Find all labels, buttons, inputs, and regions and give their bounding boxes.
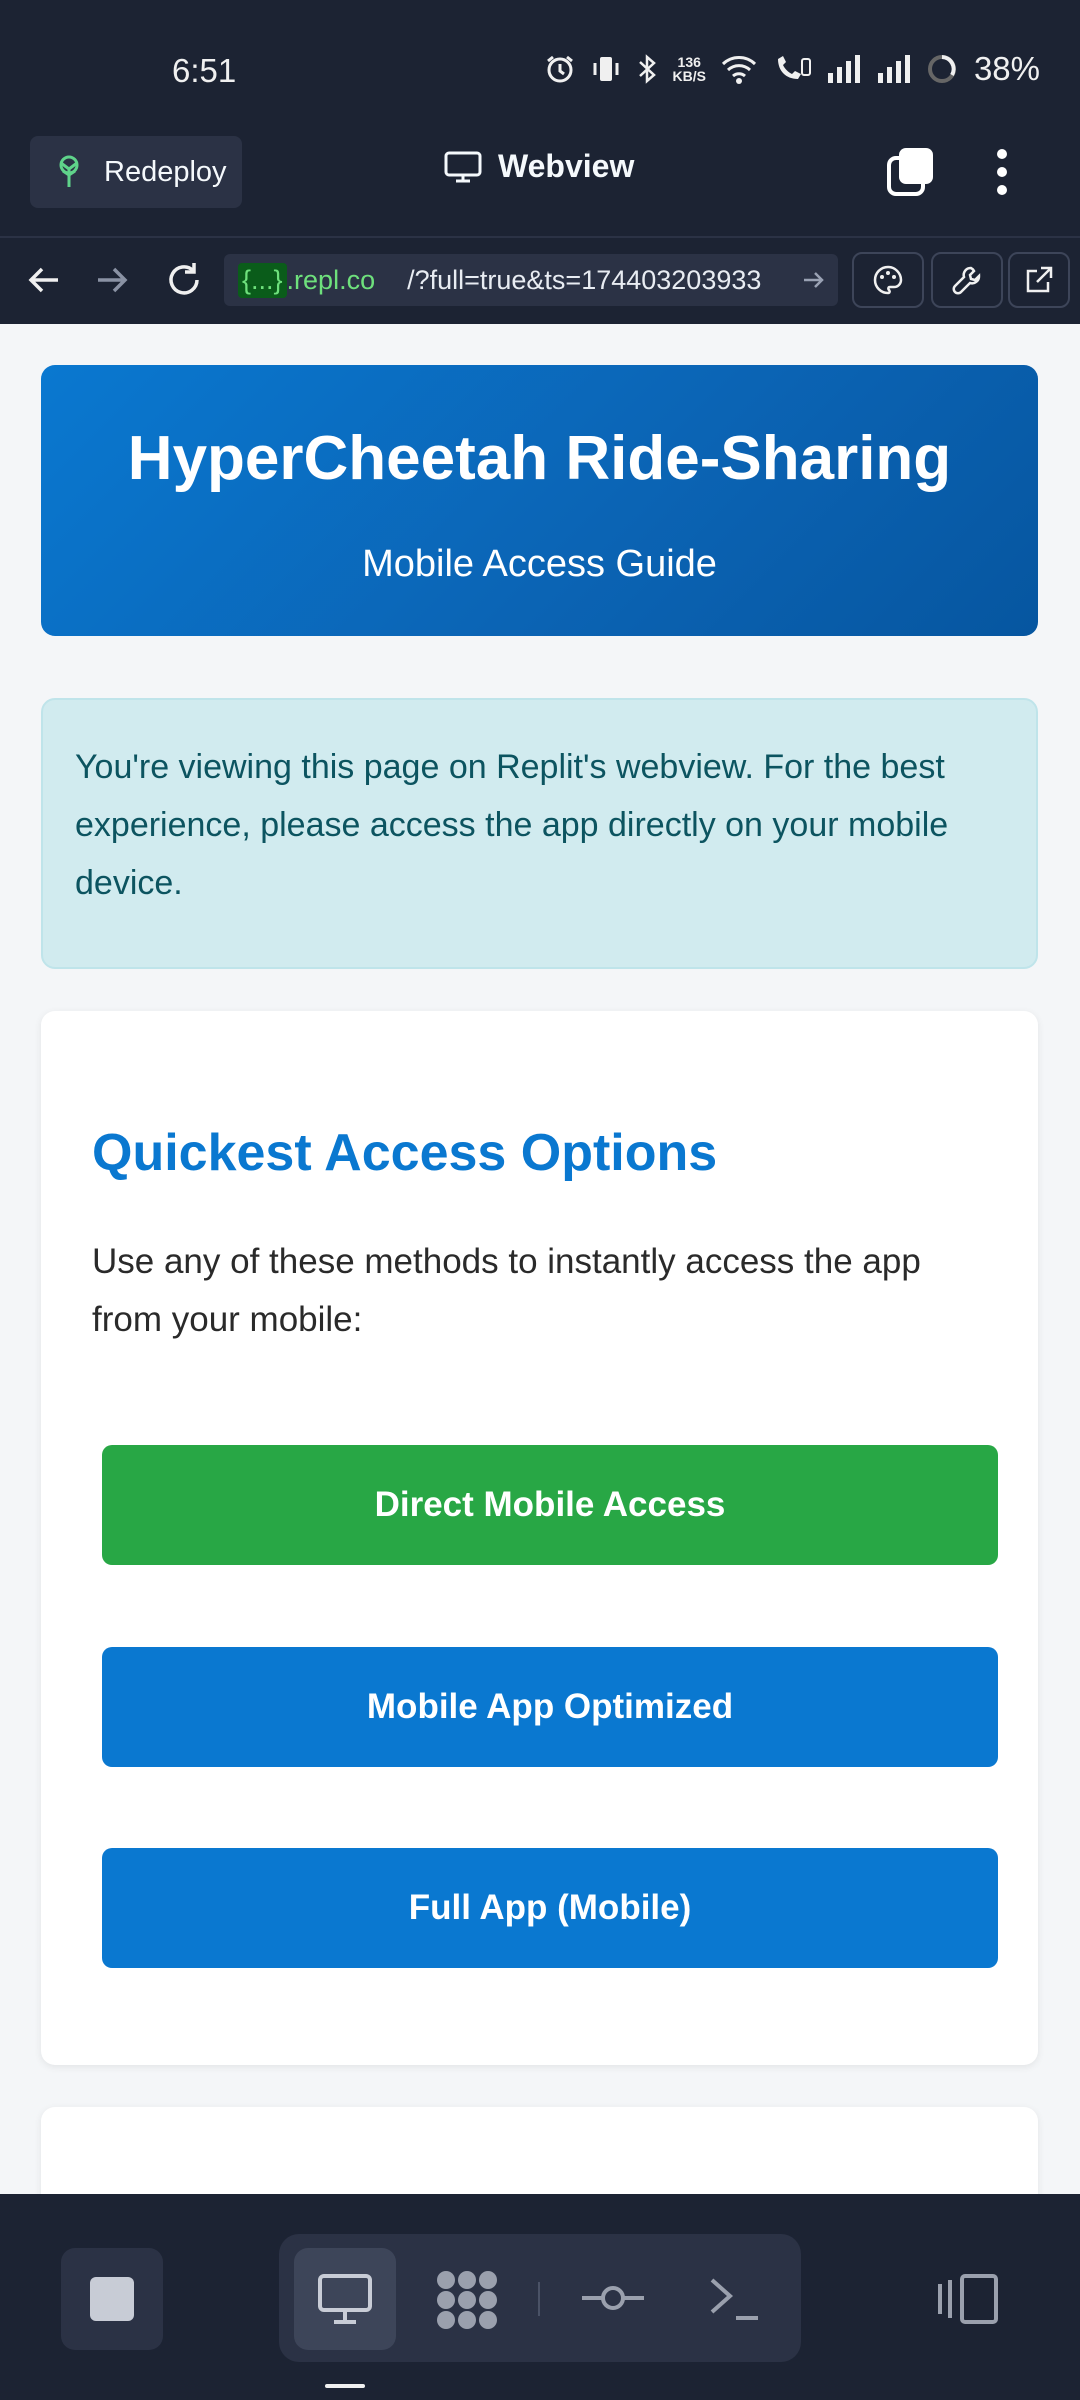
access-options-description: Use any of these methods to instantly ac… bbox=[92, 1242, 921, 1339]
home-indicator[interactable] bbox=[325, 2384, 365, 2388]
battery-level: 38% bbox=[973, 50, 1040, 87]
stop-button[interactable] bbox=[61, 2248, 163, 2350]
go-arrow-icon[interactable] bbox=[800, 266, 828, 294]
tabs-icon[interactable] bbox=[885, 146, 937, 198]
direct-mobile-access-button[interactable]: Direct Mobile Access bbox=[102, 1445, 998, 1565]
open-external-button[interactable] bbox=[1008, 252, 1070, 308]
redeploy-button[interactable]: Redeploy bbox=[30, 136, 242, 208]
wrench-icon bbox=[952, 266, 981, 295]
devtools-button[interactable] bbox=[931, 252, 1003, 308]
page-title: HyperCheetah Ride-Sharing bbox=[127, 424, 952, 493]
battery-ring-icon bbox=[927, 55, 956, 83]
signal-icon-2 bbox=[877, 55, 910, 83]
tool-divider bbox=[538, 2282, 540, 2316]
clock: 6:51 bbox=[172, 52, 237, 89]
side-panel-icon[interactable] bbox=[936, 2272, 1000, 2326]
reload-icon[interactable] bbox=[164, 260, 204, 300]
wifi-call-icon bbox=[777, 56, 811, 79]
stop-icon bbox=[90, 2277, 134, 2321]
mobile-app-optimized-button[interactable]: Mobile App Optimized bbox=[102, 1647, 998, 1767]
forward-arrow-icon[interactable] bbox=[92, 260, 132, 300]
webview-content: HyperCheetah Ride-Sharing Mobile Access … bbox=[0, 324, 1080, 2194]
more-options-icon[interactable] bbox=[992, 146, 1012, 198]
url-input[interactable]: {...} .repl.co /?full=true&ts=1744032039… bbox=[224, 254, 838, 306]
hero-banner: HyperCheetah Ride-Sharing Mobile Access … bbox=[41, 365, 1038, 636]
alarm-icon bbox=[547, 55, 574, 83]
webview-label: Webview bbox=[498, 148, 635, 184]
palette-icon bbox=[873, 265, 903, 295]
git-commit-icon[interactable] bbox=[580, 2280, 646, 2316]
deploy-tree-icon bbox=[59, 155, 79, 187]
access-options-card: Quickest Access Options Use any of these… bbox=[41, 1011, 1038, 2065]
webview-tab-title: Webview bbox=[444, 148, 634, 185]
apps-grid-icon[interactable] bbox=[434, 2268, 500, 2332]
external-link-icon bbox=[1026, 266, 1053, 293]
url-badge: {...} bbox=[238, 262, 287, 298]
status-icons: 136 KB/S 38% bbox=[544, 50, 1040, 88]
url-path: /?full=true&ts=174403203933 bbox=[407, 264, 762, 295]
access-options-title: Quickest Access Options bbox=[92, 1124, 718, 1182]
url-host: .repl.co bbox=[286, 264, 376, 295]
back-arrow-icon[interactable] bbox=[24, 260, 64, 300]
theme-palette-button[interactable] bbox=[852, 252, 924, 308]
wifi-icon bbox=[721, 56, 756, 84]
redeploy-label: Redeploy bbox=[104, 155, 227, 188]
network-speed: 136 KB/S bbox=[672, 54, 706, 84]
full-app-mobile-button[interactable]: Full App (Mobile) bbox=[102, 1848, 998, 1968]
page-subtitle: Mobile Access Guide bbox=[362, 543, 717, 585]
signal-icon-1 bbox=[827, 55, 860, 83]
shell-terminal-icon[interactable] bbox=[708, 2274, 760, 2322]
monitor-icon bbox=[444, 151, 482, 182]
monitor-tool-icon[interactable] bbox=[316, 2270, 374, 2328]
vibrate-icon bbox=[593, 57, 619, 81]
bluetooth-icon bbox=[639, 54, 657, 84]
next-card bbox=[41, 2107, 1038, 2194]
webview-notice: You're viewing this page on Replit's web… bbox=[41, 698, 1038, 969]
